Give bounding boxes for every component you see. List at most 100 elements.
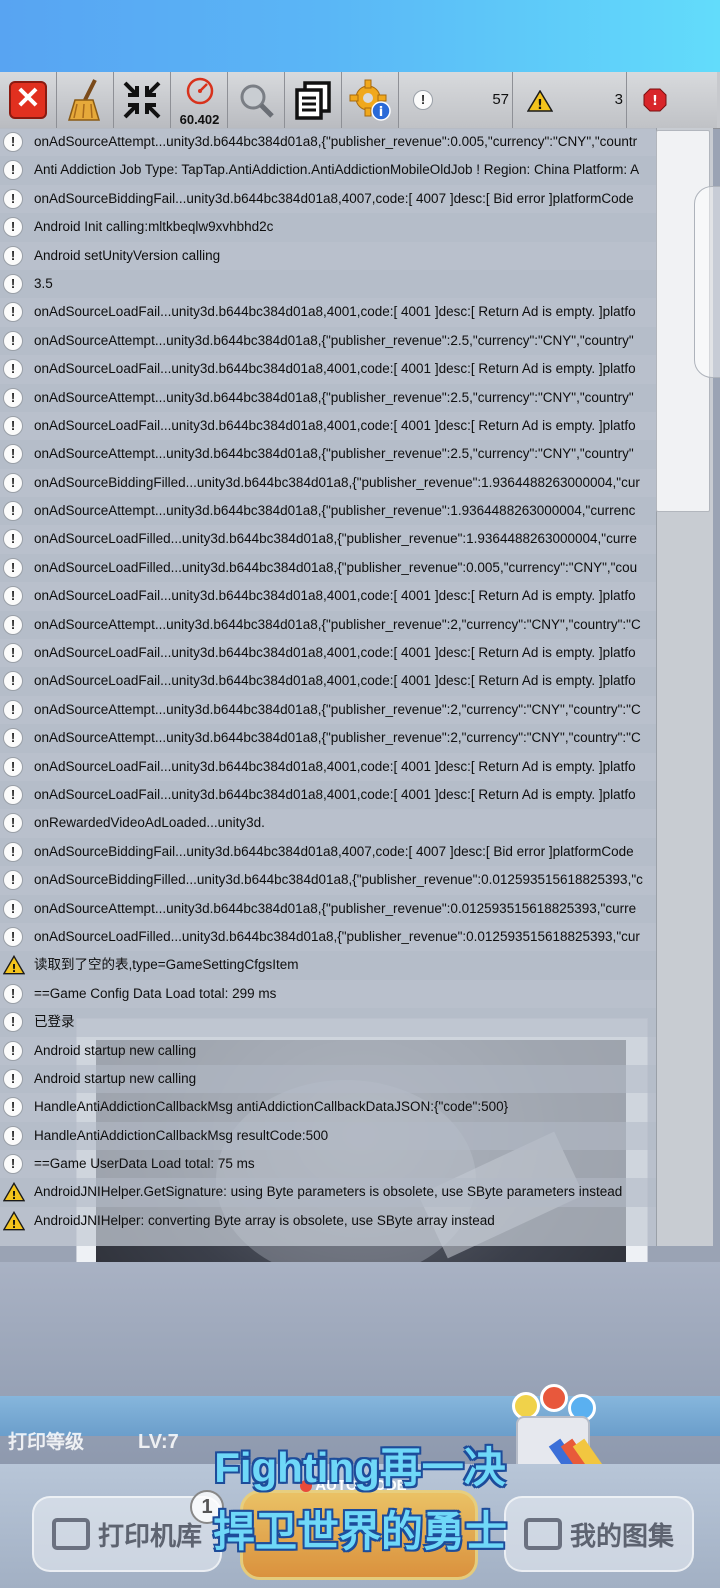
info-icon: ! — [3, 245, 23, 266]
info-icon: ! — [3, 671, 23, 692]
edge-pull-tab[interactable] — [694, 186, 720, 378]
log-row[interactable]: ! ==Game UserData Load total: 75 ms — [0, 1150, 656, 1178]
log-row[interactable]: ! onAdSourceLoadFilled...unity3d.b644bc38… — [0, 525, 656, 553]
log-row[interactable]: ! AndroidJNIHelper.GetSignature: using By… — [0, 1178, 656, 1207]
log-row[interactable]: ! HandleAntiAddictionCallbackMsg resultCo… — [0, 1121, 656, 1151]
log-row[interactable]: ! onAdSourceLoadFail...unity3d.b644bc384d… — [0, 639, 656, 667]
log-row[interactable]: ! onAdSourceLoadFail...unity3d.b644bc384d… — [0, 298, 656, 326]
clear-log-button[interactable] — [57, 72, 114, 128]
log-row[interactable]: ! onAdSourceAttempt...unity3d.b644bc384d0… — [0, 383, 656, 412]
copy-icon — [295, 81, 331, 120]
info-icon: ! — [3, 756, 23, 777]
log-row[interactable]: ! onAdSourceAttempt...unity3d.b644bc384d0… — [0, 497, 656, 526]
error-icon: ! — [643, 88, 667, 112]
svg-text:!: ! — [652, 94, 658, 109]
log-row[interactable]: ! Android Init calling:mltkbeqlw9xvhbhd2c — [0, 213, 656, 242]
log-row[interactable]: ! onAdSourceAttempt...unity3d.b644bc384d0… — [0, 610, 656, 640]
log-row[interactable]: ! onAdSourceAttempt...unity3d.b644bc384d0… — [0, 326, 656, 356]
log-row[interactable]: ! Android setUnityVersion calling — [0, 242, 656, 270]
log-message: ==Game Config Data Load total: 299 ms — [34, 985, 277, 1001]
log-message: Android startup new calling — [34, 1070, 197, 1086]
info-icon: ! — [3, 132, 23, 152]
log-message: onAdSourceLoadFilled...unity3d.b644bc384… — [34, 928, 640, 944]
log-row[interactable]: ! onAdSourceLoadFail...unity3d.b644bc384d… — [0, 753, 656, 781]
search-icon — [240, 84, 274, 118]
copy-log-button[interactable] — [285, 72, 342, 128]
log-message: onAdSourceBiddingFilled...unity3d.b644bc… — [34, 474, 640, 490]
console-log-list[interactable]: ! onAdSourceAttempt...unity3d.b644bc384d0… — [0, 128, 656, 1246]
log-row[interactable]: ! onAdSourceAttempt...unity3d.b644bc384d0… — [0, 696, 656, 724]
console-toolbar: ✕ 60.402 i ! 57 ! 3 ! — [0, 72, 720, 129]
fps-meter[interactable]: 60.402 — [171, 72, 228, 128]
log-row[interactable]: ! onAdSourceLoadFail...unity3d.b644bc384d… — [0, 667, 656, 696]
log-row[interactable]: ! onAdSourceAttempt...unity3d.b644bc384d0… — [0, 894, 656, 923]
log-message: onAdSourceLoadFail...unity3d.b644bc384d0… — [34, 361, 636, 377]
log-row[interactable]: ! ==Game Config Data Load total: 299 ms — [0, 980, 656, 1008]
log-row[interactable]: ! 读取到了空的表,type=GameSettingCfgsItem — [0, 951, 656, 980]
log-row[interactable]: ! Android startup new calling — [0, 1064, 656, 1094]
log-message: 3.5 — [34, 275, 53, 291]
info-icon: ! — [3, 302, 23, 323]
log-message: onAdSourceAttempt...unity3d.b644bc384d01… — [34, 389, 634, 405]
info-icon: ! — [3, 813, 23, 834]
error-filter-toggle[interactable]: ! — [627, 72, 717, 128]
info-icon: ! — [3, 728, 23, 749]
log-row[interactable]: ! Anti Addiction Job Type: TapTap.AntiAdd… — [0, 156, 656, 185]
log-row[interactable]: ! onAdSourceBiddingFilled...unity3d.b644b… — [0, 469, 656, 497]
log-row[interactable]: ! 3.5 — [0, 269, 656, 299]
collapse-button[interactable] — [114, 72, 171, 128]
log-row[interactable]: ! onAdSourceLoadFail...unity3d.b644bc384d… — [0, 780, 656, 810]
warning-filter-toggle[interactable]: ! 3 — [513, 72, 627, 128]
log-message: onRewardedVideoAdLoaded...unity3d. — [34, 815, 265, 831]
warning-icon: ! — [527, 90, 553, 112]
log-row[interactable]: ! onAdSourceLoadFail...unity3d.b644bc384d… — [0, 582, 656, 610]
log-row[interactable]: ! onAdSourceLoadFail...unity3d.b644bc384d… — [0, 412, 656, 440]
log-row[interactable]: ! Android startup new calling — [0, 1037, 656, 1065]
log-message: onAdSourceAttempt...unity3d.b644bc384d01… — [34, 730, 641, 746]
subtitle-line-1: Fighting再一决 — [214, 1444, 506, 1491]
warning-count: 3 — [614, 91, 623, 108]
log-row[interactable]: ! HandleAntiAddictionCallbackMsg antiAddi… — [0, 1093, 656, 1121]
info-icon: ! — [3, 387, 23, 408]
log-message: onAdSourceAttempt...unity3d.b644bc384d01… — [34, 134, 638, 149]
settings-button[interactable]: i — [342, 72, 399, 128]
log-row[interactable]: ! onRewardedVideoAdLoaded...unity3d. — [0, 809, 656, 837]
log-message: onAdSourceAttempt...unity3d.b644bc384d01… — [34, 446, 634, 462]
level-strip — [0, 1396, 720, 1436]
log-row[interactable]: ! onAdSourceAttempt...unity3d.b644bc384d0… — [0, 128, 656, 156]
info-icon: ! — [3, 557, 23, 578]
log-row[interactable]: ! onAdSourceAttempt...unity3d.b644bc384d0… — [0, 440, 656, 469]
log-message: onAdSourceBiddingFilled...unity3d.b644bc… — [34, 872, 643, 888]
gear-info-icon: i — [349, 79, 391, 121]
log-message: onAdSourceLoadFail...unity3d.b644bc384d0… — [34, 758, 636, 774]
search-button[interactable] — [228, 72, 285, 128]
log-message: Android Init calling:mltkbeqlw9xvhbhd2c — [34, 219, 274, 235]
info-icon: ! — [3, 1097, 23, 1118]
info-filter-toggle[interactable]: ! 57 — [399, 72, 513, 128]
log-message: onAdSourceLoadFail...unity3d.b644bc384d0… — [34, 304, 636, 320]
close-icon: ✕ — [9, 81, 47, 119]
log-row[interactable]: ! onAdSourceLoadFilled...unity3d.b644bc38… — [0, 553, 656, 583]
log-message: onAdSourceAttempt...unity3d.b644bc384d01… — [34, 503, 636, 519]
info-icon: ! — [3, 1012, 23, 1033]
log-message: onAdSourceLoadFilled...unity3d.b644bc384… — [34, 559, 638, 575]
info-icon: ! — [3, 444, 23, 465]
log-row[interactable]: ! onAdSourceBiddingFail...unity3d.b644bc3… — [0, 185, 656, 213]
info-icon: ! — [3, 699, 23, 720]
log-message: onAdSourceLoadFilled...unity3d.b644bc384… — [34, 531, 637, 547]
log-row[interactable]: ! onAdSourceLoadFail...unity3d.b644bc384d… — [0, 355, 656, 383]
info-icon: ! — [3, 643, 23, 664]
log-row[interactable]: ! 已登录 — [0, 1008, 656, 1037]
log-row[interactable]: ! onAdSourceBiddingFilled...unity3d.b644b… — [0, 866, 656, 894]
collapse-arrows-icon — [123, 81, 161, 119]
info-icon: ! — [3, 472, 23, 493]
log-row[interactable]: ! AndroidJNIHelper: converting Byte array… — [0, 1207, 656, 1235]
log-message: onAdSourceLoadFail...unity3d.b644bc384d0… — [34, 417, 636, 433]
log-message: onAdSourceAttempt...unity3d.b644bc384d01… — [34, 900, 637, 916]
log-message: 读取到了空的表,type=GameSettingCfgsItem — [34, 957, 299, 973]
svg-text:!: ! — [11, 962, 16, 975]
log-row[interactable]: ! onAdSourceAttempt...unity3d.b644bc384d0… — [0, 724, 656, 753]
log-row[interactable]: ! onAdSourceBiddingFail...unity3d.b644bc3… — [0, 837, 656, 867]
close-console-button[interactable]: ✕ — [0, 72, 57, 128]
log-row[interactable]: ! onAdSourceLoadFilled...unity3d.b644bc38… — [0, 923, 656, 951]
